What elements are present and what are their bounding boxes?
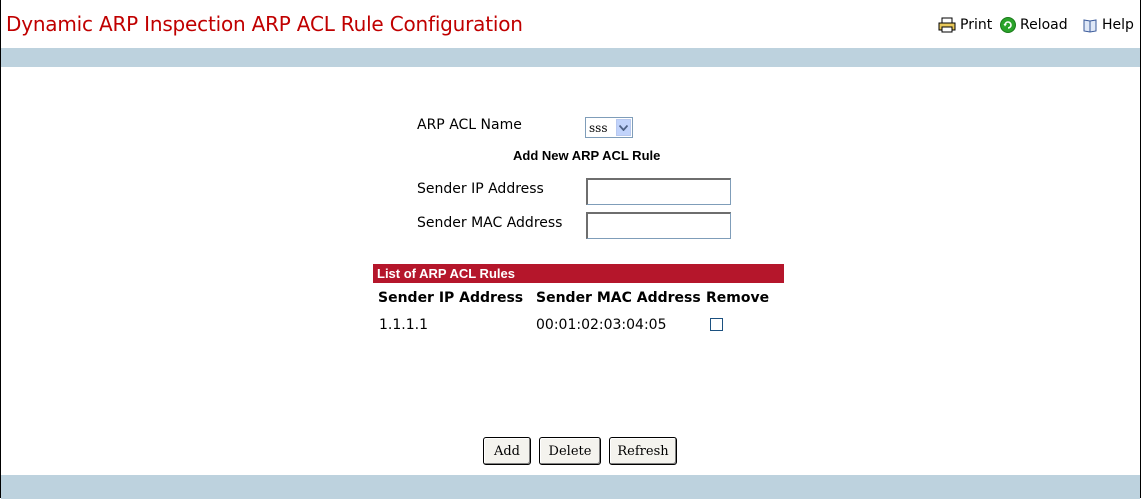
- reload-button[interactable]: Reload: [1000, 17, 1068, 33]
- refresh-button[interactable]: Refresh: [609, 437, 677, 465]
- title-bar: Dynamic ARP Inspection ARP ACL Rule Conf…: [0, 0, 1141, 48]
- page-title: Dynamic ARP Inspection ARP ACL Rule Conf…: [6, 12, 523, 36]
- sender-ip-input[interactable]: [586, 178, 731, 205]
- help-button[interactable]: Help: [1082, 17, 1134, 33]
- column-header-remove: Remove: [706, 290, 770, 306]
- help-label: Help: [1102, 17, 1134, 33]
- acl-name-label: ARP ACL Name: [417, 117, 522, 133]
- remove-checkbox[interactable]: [710, 318, 723, 331]
- page-frame: [0, 0, 1141, 498]
- column-header-sender-ip: Sender IP Address: [378, 290, 524, 306]
- add-button[interactable]: Add: [483, 437, 531, 465]
- acl-name-select[interactable]: sss: [585, 117, 633, 138]
- rules-list-heading: List of ARP ACL Rules: [373, 264, 784, 283]
- row-sender-mac: 00:01:02:03:04:05: [536, 317, 667, 333]
- reload-label: Reload: [1020, 17, 1068, 33]
- print-label: Print: [960, 17, 993, 33]
- print-button[interactable]: Print: [938, 17, 992, 33]
- help-book-icon: [1082, 17, 1098, 33]
- column-header-sender-mac: Sender MAC Address: [536, 290, 701, 306]
- footer-band: [1, 475, 1140, 499]
- printer-icon: [938, 17, 956, 33]
- add-rule-heading: Add New ARP ACL Rule: [513, 148, 661, 163]
- chevron-down-icon[interactable]: [616, 119, 631, 136]
- delete-button[interactable]: Delete: [539, 437, 601, 465]
- row-sender-ip: 1.1.1.1: [379, 317, 428, 333]
- sender-mac-label: Sender MAC Address: [417, 215, 563, 231]
- reload-icon: [1000, 17, 1016, 33]
- sender-ip-label: Sender IP Address: [417, 181, 544, 197]
- header-band: [1, 48, 1140, 67]
- sender-mac-input[interactable]: [586, 212, 731, 239]
- acl-name-value: sss: [589, 121, 608, 135]
